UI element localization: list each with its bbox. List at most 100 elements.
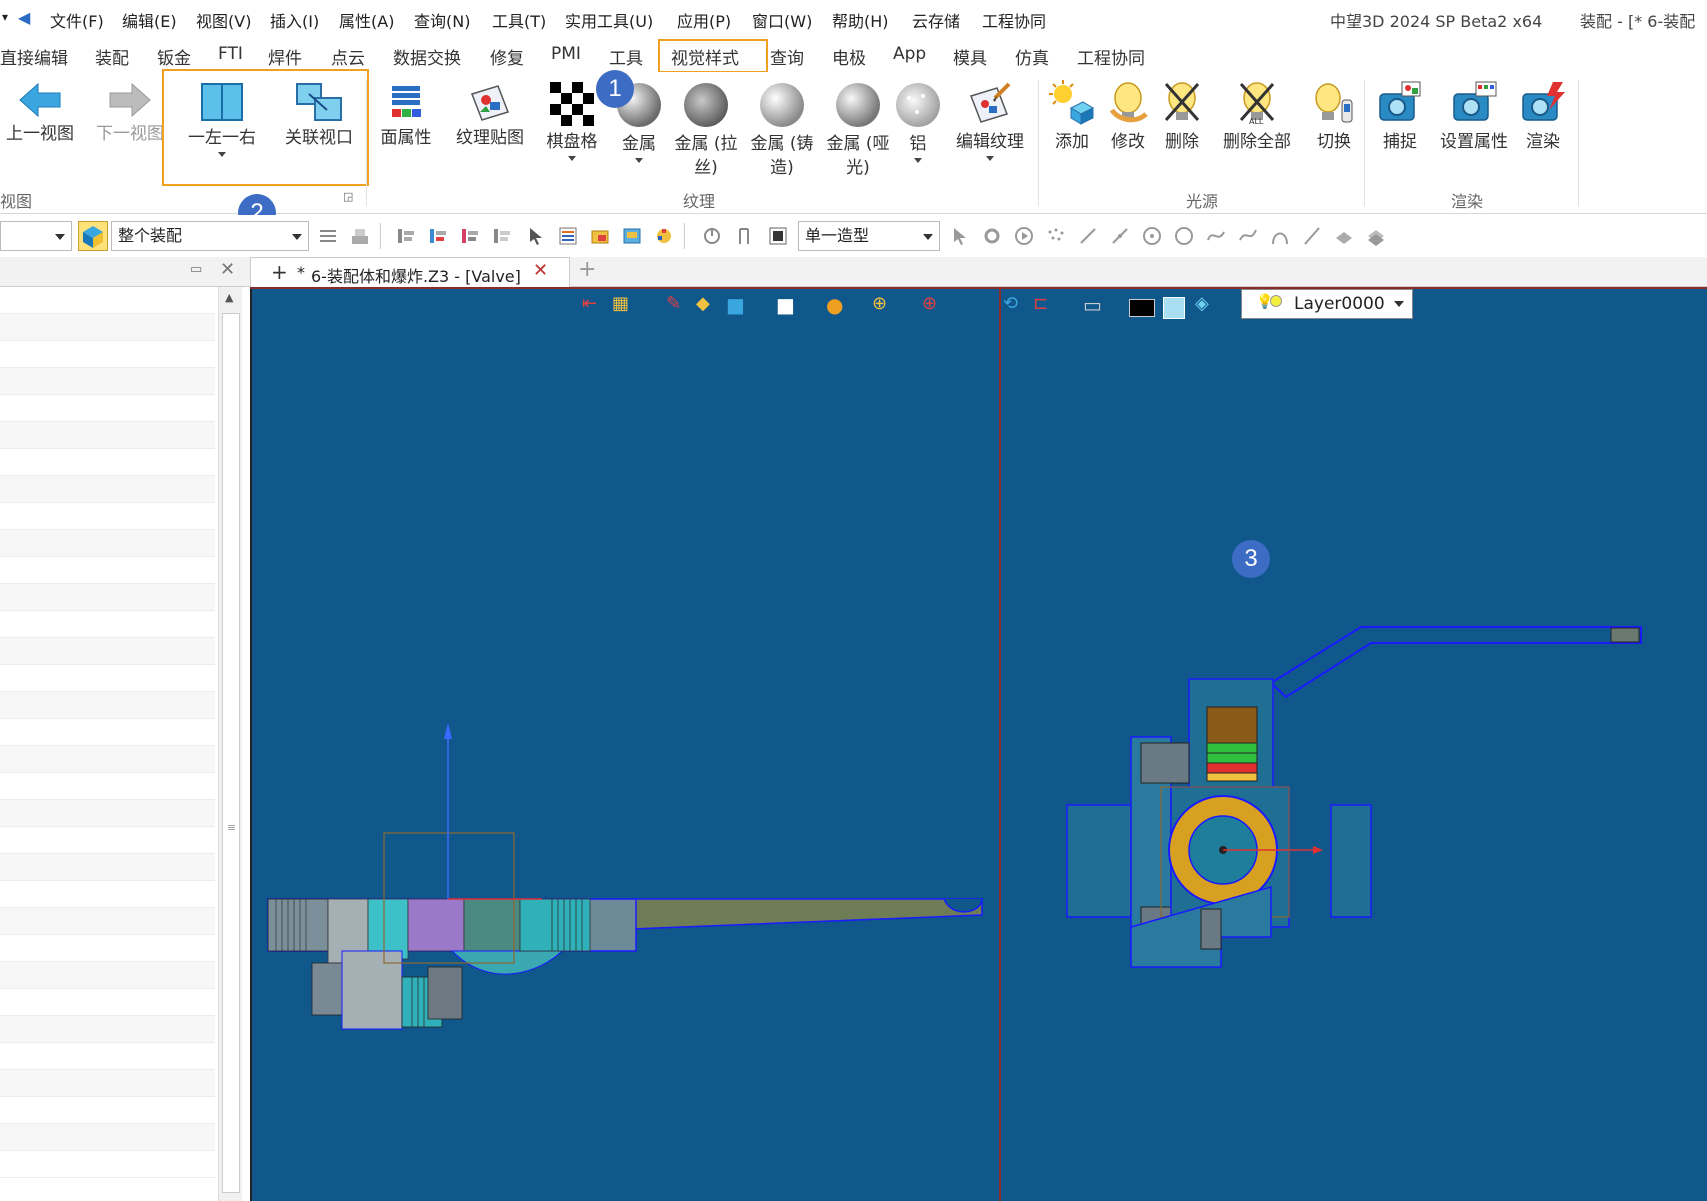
plane-view-icon[interactable]: ◆ [696, 293, 710, 314]
light-switch-button[interactable]: 切换 [1308, 80, 1360, 154]
metal-cast-button[interactable]: 金属 (铸 造) [746, 82, 818, 180]
light-modify-button[interactable]: 修改 [1102, 80, 1154, 154]
hide-component-icon[interactable] [492, 226, 512, 246]
pick-cursor-icon[interactable] [526, 226, 546, 246]
view-manager-icon[interactable]: ▦ [612, 293, 629, 314]
sphere-wire-icon[interactable]: ● [826, 293, 843, 317]
filter-lines-icon[interactable] [318, 226, 338, 246]
tab-app[interactable]: App [893, 44, 926, 64]
stop-square-icon[interactable] [768, 226, 788, 246]
edit-texture-dropdown-icon[interactable] [986, 156, 994, 161]
prev-view-button[interactable]: 上一视图 [0, 82, 80, 146]
menu-window[interactable]: 窗口(W) [752, 8, 812, 32]
line-segment-icon[interactable] [1110, 226, 1130, 246]
tab-sheet-metal[interactable]: 钣金 [157, 44, 191, 69]
quick-access-dropdown-icon[interactable]: ▾ [2, 10, 8, 24]
cube-view-icon[interactable]: ■ [726, 293, 745, 317]
circle-center-icon[interactable] [1142, 226, 1162, 246]
aluminum-dropdown-icon[interactable] [914, 158, 922, 163]
close-panel-icon[interactable]: ✕ [220, 259, 235, 280]
tab-point-cloud[interactable]: 点云 [331, 44, 365, 69]
viewport-right[interactable]: ⟲ ⊏ ▭ ◈ 💡 Layer0000 [999, 287, 1707, 1201]
select-gear-icon[interactable] [982, 226, 1002, 246]
scrollbar-thumb[interactable] [222, 313, 240, 1193]
metal-brushed-button[interactable]: 金属 (拉 丝) [670, 82, 742, 180]
edit-texture-button[interactable]: 编辑纹理 [950, 82, 1030, 161]
menu-file[interactable]: 文件(F) [50, 8, 104, 32]
dialog-launcher-icon[interactable]: ◲ [343, 190, 353, 203]
tab-assembly[interactable]: 装配 [95, 44, 129, 69]
close-tab-icon[interactable]: ✕ [533, 260, 548, 281]
tree-scrollbar[interactable]: ▲ ≡ [218, 287, 242, 1201]
menu-help[interactable]: 帮助(H) [832, 8, 889, 32]
selection-mode-combo[interactable] [0, 221, 72, 251]
tab-fti[interactable]: FTI [218, 44, 243, 64]
crosshair-icon[interactable]: ⊕ [922, 293, 937, 314]
zoom-fit-icon[interactable]: ⊕ [872, 293, 887, 314]
select-arrow-icon[interactable] [950, 226, 970, 246]
layer-stack-icon[interactable] [350, 226, 370, 246]
splitter-grip-icon[interactable]: ≡ [227, 821, 236, 834]
menu-tools[interactable]: 工具(T) [492, 8, 546, 32]
assembly-filter-combo[interactable]: 整个装配 [111, 221, 309, 251]
texture-map-button[interactable]: 纹理贴图 [450, 82, 530, 150]
line-tool-icon[interactable] [1078, 226, 1098, 246]
metal-dropdown-icon[interactable] [635, 158, 643, 163]
assembly-filter-icon[interactable] [78, 221, 108, 251]
tab-query[interactable]: 查询 [770, 44, 804, 69]
play-circle-icon[interactable] [1014, 226, 1034, 246]
point-cloud-icon[interactable] [1046, 226, 1066, 246]
restore-panel-icon[interactable]: ▭ [190, 262, 202, 277]
image-save-icon[interactable] [622, 226, 642, 246]
folder-open-icon[interactable] [590, 226, 610, 246]
tab-electrode[interactable]: 电极 [832, 44, 866, 69]
tab-data-exchange[interactable]: 数据交换 [393, 44, 461, 69]
menu-utilities[interactable]: 实用工具(U) [565, 8, 653, 32]
next-view-button[interactable]: 下一视图 [88, 82, 172, 146]
plane-stack-icon[interactable] [1366, 226, 1386, 246]
aluminum-button[interactable]: 铝 [892, 82, 944, 163]
light-delete-all-button[interactable]: ALL 删除全部 [1214, 80, 1300, 154]
background-black-swatch[interactable] [1129, 299, 1155, 317]
menu-edit[interactable]: 编辑(E) [122, 8, 177, 32]
white-cube-icon[interactable]: ■ [776, 293, 795, 317]
light-delete-button[interactable]: 删除 [1156, 80, 1208, 154]
arc-tool-icon[interactable] [1270, 226, 1290, 246]
layer-combo[interactable]: 💡 Layer0000 [1241, 289, 1413, 319]
move-axis-icon[interactable] [734, 226, 754, 246]
document-tab[interactable]: + * 6-装配体和爆炸.Z3 - [Valve] ✕ [250, 257, 570, 287]
new-tab-icon[interactable]: + [578, 257, 596, 282]
menu-query[interactable]: 查询(N) [414, 8, 470, 32]
tab-mold[interactable]: 模具 [953, 44, 987, 69]
menu-insert[interactable]: 插入(I) [270, 8, 319, 32]
scroll-up-icon[interactable]: ▲ [225, 291, 233, 304]
face-attribute-button[interactable]: 面属性 [372, 82, 440, 150]
capture-button[interactable]: 捕捉 [1370, 80, 1430, 154]
tab-direct-edit[interactable]: 直接编辑 [0, 44, 68, 69]
menu-attribute[interactable]: 属性(A) [339, 8, 394, 32]
spline-icon[interactable] [1206, 226, 1226, 246]
tab-pmi[interactable]: PMI [551, 44, 581, 64]
exit-view-icon[interactable]: ⇤ [582, 293, 597, 314]
checkerboard-dropdown-icon[interactable] [568, 156, 576, 161]
metal-matte-button[interactable]: 金属 (哑 光) [822, 82, 894, 180]
menu-application[interactable]: 应用(P) [677, 8, 731, 32]
insert-component-icon[interactable] [428, 226, 448, 246]
rotate-icon[interactable] [702, 226, 722, 246]
render-button[interactable]: 渲染 [1516, 80, 1570, 154]
curve-icon[interactable] [1238, 226, 1258, 246]
menu-view[interactable]: 视图(V) [196, 8, 251, 32]
diagonal-line-icon[interactable] [1302, 226, 1322, 246]
plane-icon[interactable] [1334, 226, 1354, 246]
component-list-icon[interactable] [558, 226, 578, 246]
replace-component-icon[interactable] [460, 226, 480, 246]
tab-repair[interactable]: 修复 [490, 44, 524, 69]
explode-view-icon[interactable] [654, 226, 674, 246]
layer-stack-icon[interactable]: ◈ [1195, 293, 1209, 314]
shape-mode-combo[interactable]: 单一造型 [798, 221, 940, 251]
pencil-icon[interactable]: ✎ [666, 293, 681, 314]
circle-tool-icon[interactable] [1174, 226, 1194, 246]
tab-engineering-collab[interactable]: 工程协同 [1077, 44, 1145, 69]
background-light-swatch[interactable] [1163, 297, 1185, 319]
link-view-icon[interactable]: ⟲ [1003, 293, 1018, 314]
